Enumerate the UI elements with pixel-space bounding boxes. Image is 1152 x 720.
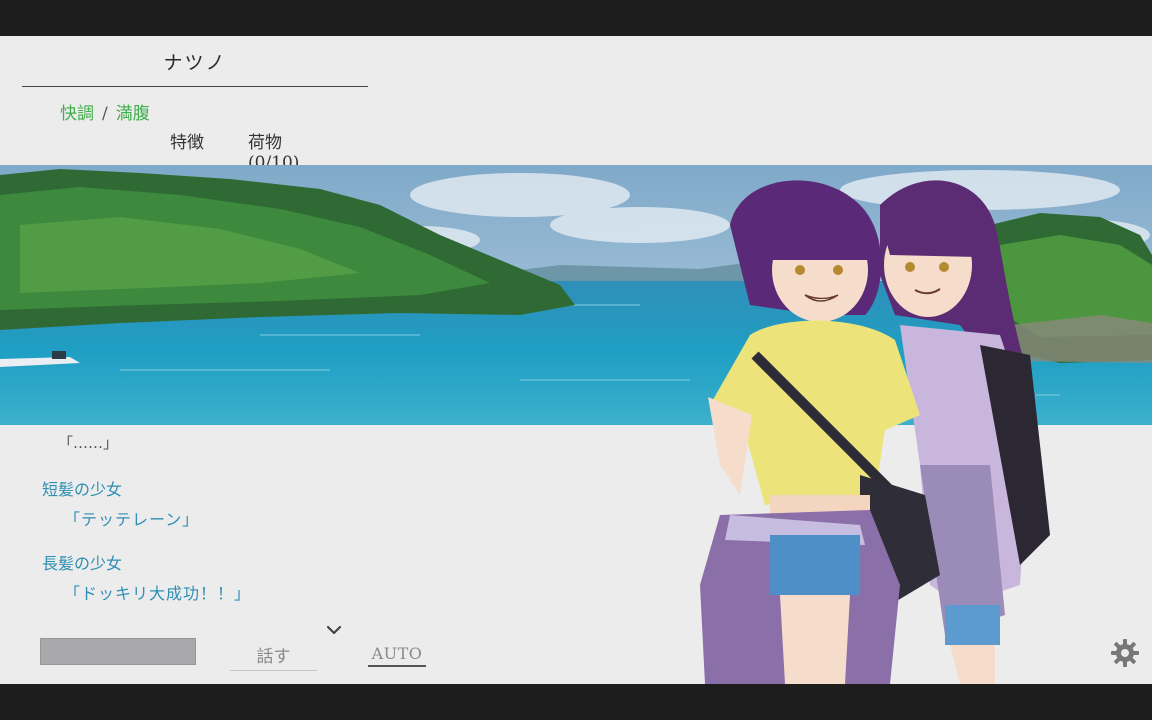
status-separator: / <box>102 104 108 124</box>
game-panel: ナツノ 快調 / 満腹 特徴 荷物 (0/10) 「……」 短髪の少女 「テッテ… <box>0 36 1152 684</box>
letterbox-top <box>0 0 1152 36</box>
text-input-box[interactable] <box>40 638 196 665</box>
status-condition: 快調 <box>60 104 94 124</box>
game-screen: ナツノ 快調 / 満腹 特徴 荷物 (0/10) 「……」 短髪の少女 「テッテ… <box>0 0 1152 720</box>
letterbox-bottom <box>0 684 1152 720</box>
auto-button[interactable]: AUTO <box>368 644 426 667</box>
speaker-name: 短髪の少女 <box>42 480 123 499</box>
speaker-name: 長髪の少女 <box>42 554 123 573</box>
characters-illustration <box>700 180 1050 684</box>
long-haired-girl <box>880 180 1050 684</box>
status-hunger: 満腹 <box>115 104 150 124</box>
dialogue-cut-line: 「……」 <box>58 434 119 452</box>
dialogue-line: 「テッテレーン」 <box>64 510 200 529</box>
dialogue-entry: 短髪の少女 「テッテレーン」 <box>42 476 199 530</box>
dialogue-entry: 長髪の少女 「ドッキリ大成功！！」 <box>42 550 251 604</box>
talk-button[interactable]: 話す <box>230 642 317 671</box>
character-name: ナツノ <box>163 52 227 74</box>
status-row: 快調 / 満腹 <box>60 99 150 124</box>
name-divider <box>22 86 368 87</box>
chevron-down-icon[interactable] <box>325 624 343 638</box>
gear-icon[interactable] <box>1110 638 1140 668</box>
dialogue-line: 「ドッキリ大成功！！」 <box>64 584 252 603</box>
